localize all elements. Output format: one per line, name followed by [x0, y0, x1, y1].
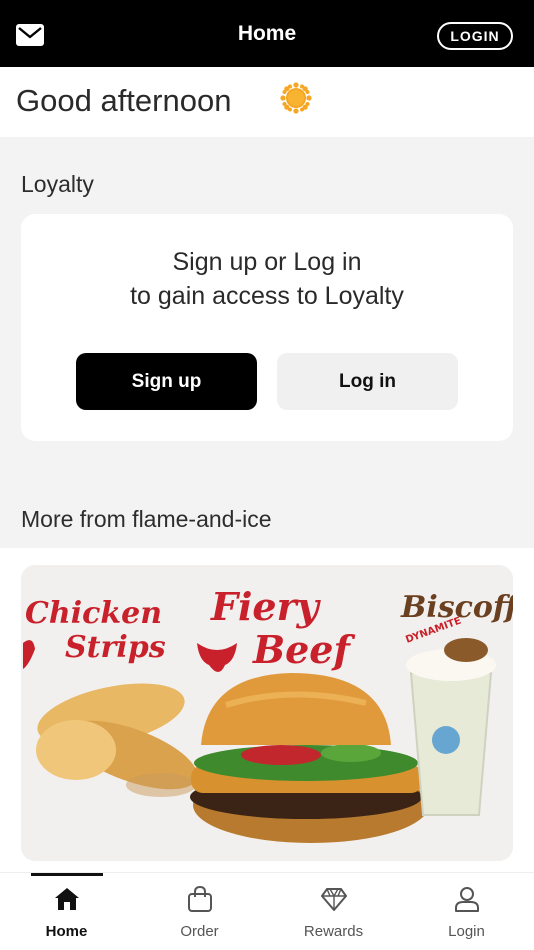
tab-home[interactable]: Home	[0, 873, 133, 950]
bag-icon	[187, 885, 212, 912]
promo-text-fiery: Fiery	[210, 584, 322, 629]
loyalty-message-line2: to gain access to Loyalty	[130, 282, 404, 310]
diamond-icon	[320, 888, 347, 911]
log-in-button[interactable]: Log in	[277, 353, 458, 410]
greeting-bar: Good afternoon	[0, 67, 534, 137]
tab-login-label: Login	[448, 923, 485, 940]
header-login-button[interactable]: LOGIN	[437, 22, 513, 50]
tab-bar: Home Order Rewards Login	[0, 872, 534, 950]
mail-icon[interactable]	[16, 24, 44, 46]
promo-text-beef: Beef	[252, 627, 355, 672]
promo-text-strips: Strips	[65, 630, 166, 665]
user-icon	[454, 887, 479, 912]
tab-rewards-label: Rewards	[303, 923, 364, 940]
tab-order-label: Order	[180, 923, 219, 940]
top-bar: Home LOGIN	[0, 0, 534, 67]
more-section-title: More from flame-and-ice	[21, 506, 272, 532]
tab-home-label: Home	[45, 923, 88, 940]
loyalty-section-title: Loyalty	[21, 171, 94, 197]
promo-text-chicken: Chicken	[25, 596, 162, 631]
home-icon	[54, 888, 79, 910]
promo-banner[interactable]: Chicken Strips Fiery Beef Biscoff DYNAMI…	[21, 565, 513, 861]
sign-up-button[interactable]: Sign up	[76, 353, 257, 410]
loyalty-card: Sign up or Log in to gain access to Loya…	[21, 214, 513, 441]
tab-rewards[interactable]: Rewards	[267, 873, 400, 950]
tab-login[interactable]: Login	[400, 873, 533, 950]
promo-image: Chicken Strips Fiery Beef Biscoff DYNAMI…	[21, 565, 513, 861]
greeting-text: Good afternoon	[16, 83, 232, 118]
sun-icon	[280, 82, 312, 114]
tab-order[interactable]: Order	[133, 873, 266, 950]
loyalty-message-line1: Sign up or Log in	[172, 248, 362, 276]
loyalty-message: Sign up or Log in to gain access to Loya…	[21, 245, 513, 313]
